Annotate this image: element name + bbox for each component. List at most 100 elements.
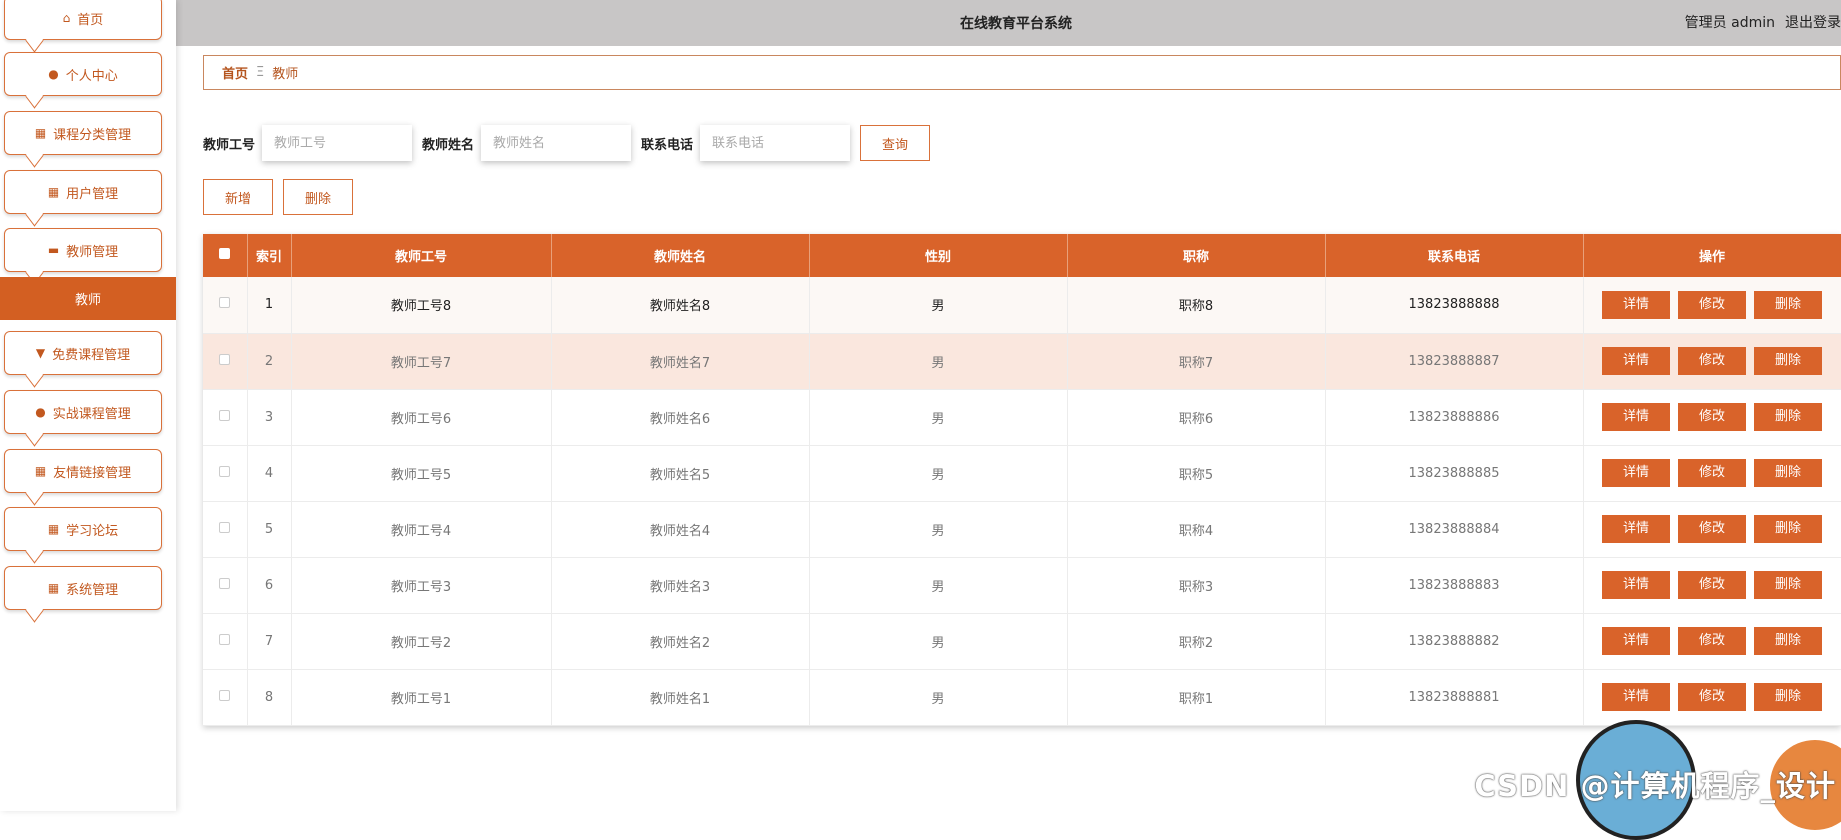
col-header-index: 索引 bbox=[247, 234, 291, 277]
cell-actions: 详情修改删除 bbox=[1583, 669, 1841, 725]
table-row[interactable]: 7教师工号2教师姓名2男职称213823888882详情修改删除 bbox=[203, 613, 1841, 669]
cell-title: 职称5 bbox=[1067, 445, 1325, 501]
row-checkbox[interactable] bbox=[219, 578, 230, 589]
edit-button[interactable]: 修改 bbox=[1678, 683, 1746, 711]
breadcrumb-home[interactable]: 首页 bbox=[222, 63, 248, 82]
cell-teacher-name: 教师姓名6 bbox=[551, 389, 809, 445]
cell-title: 职称1 bbox=[1067, 669, 1325, 725]
row-checkbox-cell bbox=[203, 557, 247, 613]
edit-button[interactable]: 修改 bbox=[1678, 291, 1746, 319]
delete-button[interactable]: 删除 bbox=[1754, 571, 1822, 599]
teacher-name-label: 教师姓名 bbox=[422, 134, 474, 153]
cell-phone: 13823888886 bbox=[1325, 389, 1583, 445]
person-icon: ● bbox=[35, 405, 45, 419]
delete-button[interactable]: 删除 bbox=[1754, 347, 1822, 375]
select-all-cell[interactable] bbox=[203, 234, 247, 277]
teacher-name-input[interactable] bbox=[481, 125, 631, 161]
row-checkbox-cell bbox=[203, 445, 247, 501]
detail-button[interactable]: 详情 bbox=[1602, 291, 1670, 319]
cell-index: 7 bbox=[247, 613, 291, 669]
edit-button[interactable]: 修改 bbox=[1678, 515, 1746, 543]
sidebar-item-system[interactable]: ▦ 系统管理 bbox=[4, 566, 162, 610]
sidebar-item-free-courses[interactable]: ▼ 免费课程管理 bbox=[4, 331, 162, 375]
table-row[interactable]: 6教师工号3教师姓名3男职称313823888883详情修改删除 bbox=[203, 557, 1841, 613]
row-checkbox[interactable] bbox=[219, 297, 230, 308]
delete-button[interactable]: 删除 bbox=[1754, 627, 1822, 655]
row-checkbox[interactable] bbox=[219, 410, 230, 421]
delete-button[interactable]: 删除 bbox=[1754, 515, 1822, 543]
table-row[interactable]: 2教师工号7教师姓名7男职称713823888887详情修改删除 bbox=[203, 333, 1841, 389]
select-all-checkbox[interactable] bbox=[219, 248, 230, 259]
sidebar-item-label: 个人中心 bbox=[66, 65, 118, 84]
sidebar-item-label: 教师管理 bbox=[66, 241, 118, 260]
sidebar-item-links[interactable]: ▦ 友情链接管理 bbox=[4, 449, 162, 493]
cell-gender: 男 bbox=[809, 277, 1067, 333]
grid-icon: ▦ bbox=[35, 126, 46, 140]
detail-button[interactable]: 详情 bbox=[1602, 571, 1670, 599]
edit-button[interactable]: 修改 bbox=[1678, 403, 1746, 431]
sidebar-item-label: 课程分类管理 bbox=[53, 124, 131, 143]
home-icon: ⌂ bbox=[63, 11, 71, 25]
edit-button[interactable]: 修改 bbox=[1678, 347, 1746, 375]
sidebar-item-label: 友情链接管理 bbox=[53, 462, 131, 481]
edit-button[interactable]: 修改 bbox=[1678, 571, 1746, 599]
detail-button[interactable]: 详情 bbox=[1602, 403, 1670, 431]
sidebar-item-practical-courses[interactable]: ● 实战课程管理 bbox=[4, 390, 162, 434]
delete-button[interactable]: 删除 bbox=[1754, 403, 1822, 431]
sidebar-item-users[interactable]: ▦ 用户管理 bbox=[4, 170, 162, 214]
grid-icon: ▦ bbox=[48, 522, 59, 536]
table-row[interactable]: 5教师工号4教师姓名4男职称413823888884详情修改删除 bbox=[203, 501, 1841, 557]
cell-phone: 13823888888 bbox=[1325, 277, 1583, 333]
cell-index: 5 bbox=[247, 501, 291, 557]
sidebar-item-label: 实战课程管理 bbox=[53, 403, 131, 422]
table-row[interactable]: 4教师工号5教师姓名5男职称513823888885详情修改删除 bbox=[203, 445, 1841, 501]
sidebar-item-teachers[interactable]: ▬ 教师管理 bbox=[4, 228, 162, 272]
detail-button[interactable]: 详情 bbox=[1602, 347, 1670, 375]
cell-teacher-id: 教师工号8 bbox=[291, 277, 551, 333]
person-icon: ● bbox=[48, 67, 58, 81]
pin-icon: ▼ bbox=[36, 346, 45, 360]
watermark: CSDN @计算机程序_设计 bbox=[1474, 763, 1836, 805]
briefcase-icon: ▬ bbox=[48, 243, 59, 257]
sidebar-item-profile[interactable]: ● 个人中心 bbox=[4, 52, 162, 96]
row-checkbox[interactable] bbox=[219, 634, 230, 645]
row-checkbox[interactable] bbox=[219, 466, 230, 477]
col-header-actions: 操作 bbox=[1583, 234, 1841, 277]
grid-icon: ▦ bbox=[48, 185, 59, 199]
cell-gender: 男 bbox=[809, 333, 1067, 389]
sidebar-item-home[interactable]: ⌂ 首页 bbox=[4, 0, 162, 40]
sidebar-subitem-teacher[interactable]: 教师 bbox=[0, 277, 176, 320]
sidebar-item-course-category[interactable]: ▦ 课程分类管理 bbox=[4, 111, 162, 155]
phone-input[interactable] bbox=[700, 125, 850, 161]
cell-teacher-name: 教师姓名8 bbox=[551, 277, 809, 333]
detail-button[interactable]: 详情 bbox=[1602, 683, 1670, 711]
teacher-id-label: 教师工号 bbox=[203, 134, 255, 153]
col-header-title: 职称 bbox=[1067, 234, 1325, 277]
row-checkbox[interactable] bbox=[219, 354, 230, 365]
delete-button[interactable]: 删除 bbox=[1754, 459, 1822, 487]
row-checkbox[interactable] bbox=[219, 690, 230, 701]
delete-button[interactable]: 删除 bbox=[1754, 683, 1822, 711]
logout-link[interactable]: 退出登录 bbox=[1785, 15, 1841, 31]
query-button[interactable]: 查询 bbox=[860, 125, 930, 161]
sidebar-item-forum[interactable]: ▦ 学习论坛 bbox=[4, 507, 162, 551]
table-row[interactable]: 8教师工号1教师姓名1男职称113823888881详情修改删除 bbox=[203, 669, 1841, 725]
cell-actions: 详情修改删除 bbox=[1583, 333, 1841, 389]
table-row[interactable]: 1教师工号8教师姓名8男职称813823888888详情修改删除 bbox=[203, 277, 1841, 333]
edit-button[interactable]: 修改 bbox=[1678, 627, 1746, 655]
bulk-delete-button[interactable]: 删除 bbox=[283, 179, 353, 215]
cell-teacher-name: 教师姓名4 bbox=[551, 501, 809, 557]
detail-button[interactable]: 详情 bbox=[1602, 459, 1670, 487]
add-button[interactable]: 新增 bbox=[203, 179, 273, 215]
cell-teacher-id: 教师工号1 bbox=[291, 669, 551, 725]
detail-button[interactable]: 详情 bbox=[1602, 515, 1670, 543]
row-checkbox[interactable] bbox=[219, 522, 230, 533]
delete-button[interactable]: 删除 bbox=[1754, 291, 1822, 319]
edit-button[interactable]: 修改 bbox=[1678, 459, 1746, 487]
cell-actions: 详情修改删除 bbox=[1583, 501, 1841, 557]
teacher-id-input[interactable] bbox=[262, 125, 412, 161]
detail-button[interactable]: 详情 bbox=[1602, 627, 1670, 655]
cell-index: 6 bbox=[247, 557, 291, 613]
row-checkbox-cell bbox=[203, 333, 247, 389]
table-row[interactable]: 3教师工号6教师姓名6男职称613823888886详情修改删除 bbox=[203, 389, 1841, 445]
